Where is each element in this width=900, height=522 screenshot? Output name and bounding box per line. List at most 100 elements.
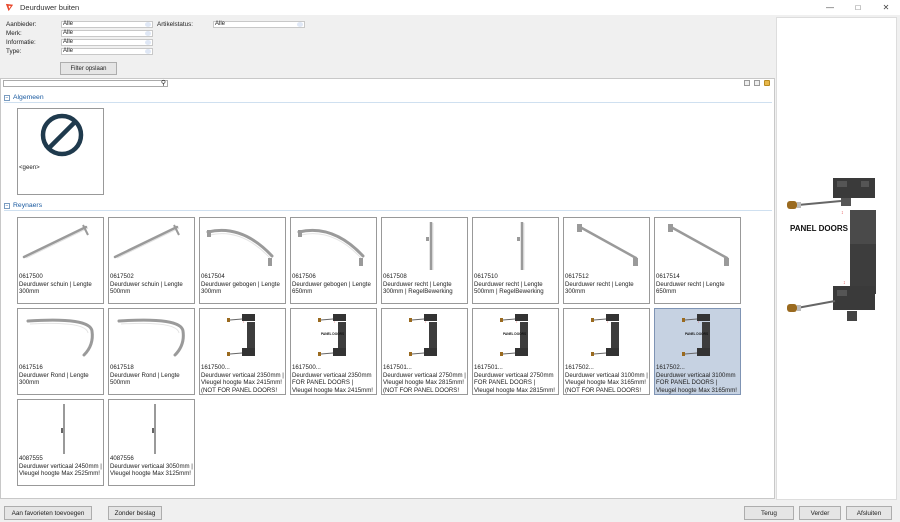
vertical-assembly-panel-icon: ↕ PANEL DOORS ↕ [787, 178, 876, 321]
svg-text:PANEL DOORS: PANEL DOORS [321, 332, 344, 336]
group-label: Algemeen [13, 94, 44, 101]
collapse-icon[interactable]: − [4, 202, 10, 209]
artikelstatus-select[interactable]: Alle [213, 21, 305, 28]
handle-angled-icon [668, 224, 729, 266]
product-tile[interactable]: 0617502 Deurduwer schuin | Lengte 500mm [108, 217, 195, 304]
window-title: Deurduwer buiten [20, 3, 80, 12]
group-header-algemeen[interactable]: − Algemeen [4, 93, 772, 103]
product-tile[interactable]: ↕ 1617501... Deurduwer verticaal 2750mm … [381, 308, 468, 395]
search-input[interactable]: ⚲ [3, 80, 168, 87]
product-tile[interactable]: 4087555 Deurduwer verticaal 2450mm | Vle… [17, 399, 104, 486]
app-logo-icon [5, 3, 14, 12]
next-button[interactable]: Verder [799, 506, 841, 520]
type-select[interactable]: Alle [61, 48, 153, 55]
tile-caption: 1617502... Deurduwer verticaal 3100mm FO… [656, 364, 737, 394]
merk-select[interactable]: Alle [61, 30, 153, 37]
list-view-icon[interactable] [744, 80, 750, 86]
close-button[interactable]: Afsluiten [846, 506, 892, 520]
chevron-down-icon [145, 22, 151, 27]
tile-caption: 1617501... Deurduwer verticaal 2750mm FO… [474, 364, 555, 394]
tile-caption: 0617500 Deurduwer schuin | Lengte 300mm [19, 273, 92, 296]
maximize-button[interactable]: □ [844, 0, 872, 15]
back-button[interactable]: Terug [744, 506, 794, 520]
chevron-down-icon [145, 49, 151, 54]
handle-round-icon [117, 318, 185, 357]
vertical-assembly-panel-icon: ↕ PANEL DOORS [318, 314, 346, 356]
vertical-assembly-icon: ↕ [227, 314, 255, 356]
tile-caption: 0617516 Deurduwer Rond | Lengte 300mm [19, 364, 89, 387]
product-tile[interactable]: 0617506 Deurduwer gebogen | Lengte 650mm [290, 217, 377, 304]
svg-text:PANEL DOORS: PANEL DOORS [685, 332, 708, 336]
product-tile[interactable]: 0617514 Deurduwer recht | Lengte 650mm [654, 217, 741, 304]
tile-caption: 4087556 Deurduwer verticaal 3050mm | Vle… [110, 455, 193, 478]
tile-caption: 1617500... Deurduwer verticaal 2350mm | … [201, 364, 284, 394]
handle-round-icon [26, 318, 94, 357]
handle-diagonal-icon [22, 224, 89, 259]
tile-caption: 0617512 Deurduwer recht | Lengte 300mm [565, 273, 634, 296]
tile-caption: 4087555 Deurduwer verticaal 2450mm | Vle… [19, 455, 102, 478]
add-favorites-button[interactable]: Aan favorieten toevoegen [4, 506, 92, 520]
tile-caption: 0617514 Deurduwer recht | Lengte 650mm [656, 273, 725, 296]
product-tile[interactable]: 0617500 Deurduwer schuin | Lengte 300mm [17, 217, 104, 304]
group-label: Reynaers [13, 202, 43, 209]
informatie-select[interactable]: Alle [61, 39, 153, 46]
artikelstatus-label: Artikelstatus: [157, 21, 194, 28]
product-tile[interactable]: 0617510 Deurduwer recht | Lengte 500mm |… [472, 217, 559, 304]
product-tile[interactable]: ↕ PANEL DOORS 1617501... Deurduwer verti… [472, 308, 559, 395]
chevron-down-icon [297, 22, 303, 27]
informatie-label: Informatie: [6, 39, 36, 46]
product-tile[interactable]: ↕ 1617500... Deurduwer verticaal 2350mm … [199, 308, 286, 395]
tile-caption: 0617510 Deurduwer recht | Lengte 500mm |… [474, 273, 544, 296]
product-tile[interactable]: 4087556 Deurduwer verticaal 3050mm | Vle… [108, 399, 195, 486]
product-tile[interactable]: ↕ PANEL DOORS 1617502... Deurduwer verti… [654, 308, 741, 395]
tile-caption: 0617506 Deurduwer gebogen | Lengte 650mm [292, 273, 371, 296]
filter-panel: Aanbieder: Alle Merk: Alle Informatie: A… [0, 15, 900, 78]
group-header-reynaers[interactable]: − Reynaers [4, 201, 772, 211]
tile-caption: 1617501... Deurduwer verticaal 2750mm | … [383, 364, 466, 394]
product-tile[interactable]: ↕ 1617502... Deurduwer verticaal 3100mm … [563, 308, 650, 395]
minimize-button[interactable]: — [816, 0, 844, 15]
handle-angled-icon [577, 224, 638, 266]
svg-text:↕: ↕ [843, 280, 846, 286]
tile-caption: 0617502 Deurduwer schuin | Lengte 500mm [110, 273, 183, 296]
handle-diagonal-icon [113, 224, 180, 259]
svg-text:↕: ↕ [841, 210, 844, 216]
aanbieder-select[interactable]: Alle [61, 21, 153, 28]
chevron-down-icon [145, 31, 151, 36]
tile-caption: 0617508 Deurduwer recht | Lengte 300mm |… [383, 273, 453, 296]
collapse-icon[interactable]: − [4, 94, 10, 101]
lock-icon[interactable] [764, 80, 770, 86]
vertical-bar-icon [152, 404, 156, 454]
title-bar: Deurduwer buiten — □ ✕ [0, 0, 900, 15]
product-tile[interactable]: ↕ PANEL DOORS 1617500... Deurduwer verti… [290, 308, 377, 395]
product-tile[interactable]: 0617518 Deurduwer Rond | Lengte 500mm [108, 308, 195, 395]
chevron-down-icon [145, 40, 151, 45]
grid-view-icon[interactable] [754, 80, 760, 86]
product-tile[interactable]: <geen> [17, 108, 104, 195]
filter-save-button[interactable]: Filter opslaan [60, 62, 117, 75]
preview-panel: ↕ PANEL DOORS ↕ [776, 17, 897, 500]
product-tile[interactable]: 0617516 Deurduwer Rond | Lengte 300mm [17, 308, 104, 395]
close-window-button[interactable]: ✕ [872, 0, 900, 15]
product-tile[interactable]: 0617512 Deurduwer recht | Lengte 300mm [563, 217, 650, 304]
handle-straight-icon [426, 222, 434, 270]
vertical-assembly-icon: ↕ [591, 314, 619, 356]
product-tile[interactable]: 0617504 Deurduwer gebogen | Lengte 300mm [199, 217, 286, 304]
handle-curved-icon [297, 228, 365, 266]
tile-caption: 1617502... Deurduwer verticaal 3100mm | … [565, 364, 648, 394]
tile-caption: 0617504 Deurduwer gebogen | Lengte 300mm [201, 273, 280, 296]
search-icon[interactable]: ⚲ [161, 79, 166, 87]
svg-text:PANEL DOORS: PANEL DOORS [503, 332, 526, 336]
tile-caption: <geen> [19, 164, 40, 171]
product-tile[interactable]: 0617508 Deurduwer recht | Lengte 300mm |… [381, 217, 468, 304]
aanbieder-label: Aanbieder: [6, 21, 37, 28]
tile-caption: 0617518 Deurduwer Rond | Lengte 500mm [110, 364, 180, 387]
bottom-bar: Aan favorieten toevoegen Zonder beslag T… [0, 500, 900, 522]
handle-straight-icon [517, 222, 525, 270]
catalog-panel: ⚲ − Algemeen − Reynaers <geen> 0617500 De… [0, 78, 775, 499]
no-fitting-button[interactable]: Zonder beslag [108, 506, 162, 520]
no-entry-icon [40, 113, 84, 157]
type-label: Type: [6, 48, 22, 55]
vertical-assembly-panel-icon: ↕ PANEL DOORS [682, 314, 710, 356]
handle-curved-icon [206, 228, 274, 266]
